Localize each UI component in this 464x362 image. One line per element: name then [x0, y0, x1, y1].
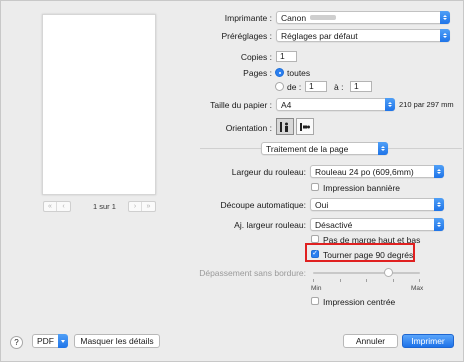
- paper-size-label: Taille du papier :: [210, 100, 272, 110]
- portrait-person-icon: [280, 121, 288, 132]
- borderless-label: Dépassement sans bordure:: [199, 268, 306, 278]
- pages-to-label: à :: [334, 82, 344, 92]
- orientation-label: Orientation :: [225, 123, 272, 133]
- first-page-button[interactable]: «: [44, 202, 57, 211]
- banner-checkbox[interactable]: [311, 183, 319, 191]
- slider-max-label: Max: [411, 285, 424, 292]
- rotate-label: Tourner page 90 degrés: [323, 250, 414, 260]
- paper-size-value: A4: [281, 99, 292, 110]
- fit-roll-select[interactable]: Désactivé: [310, 218, 444, 231]
- centered-checkbox[interactable]: [311, 297, 319, 305]
- printer-popup-arrows-icon: [440, 11, 450, 24]
- paper-dimensions: 210 par 297 mm: [399, 100, 454, 109]
- copies-label: Copies :: [240, 52, 272, 62]
- pages-from-field[interactable]: 1: [305, 81, 327, 92]
- help-button[interactable]: ?: [10, 336, 23, 349]
- roll-width-value: Rouleau 24 po (609,6mm): [315, 166, 414, 177]
- preview-nav-forward: › »: [128, 201, 156, 212]
- borderless-slider-knob[interactable]: [384, 268, 393, 277]
- fit-roll-label: Aj. largeur rouleau:: [234, 220, 306, 230]
- presets-label: Préréglages :: [221, 31, 272, 41]
- roll-width-select[interactable]: Rouleau 24 po (609,6mm): [310, 165, 444, 178]
- auto-cut-select[interactable]: Oui: [310, 198, 444, 211]
- printer-select[interactable]: Canon: [276, 11, 450, 24]
- page-count: 1 sur 1: [93, 202, 116, 211]
- page-preview: [42, 14, 156, 195]
- slider-tick: [366, 279, 367, 282]
- no-margin-checkbox[interactable]: [311, 235, 319, 243]
- paper-size-select[interactable]: A4: [276, 98, 395, 111]
- pages-range-radio[interactable]: [275, 82, 284, 91]
- last-page-button[interactable]: »: [142, 202, 155, 211]
- presets-select[interactable]: Réglages par défaut: [276, 29, 450, 42]
- landscape-person-icon: [300, 122, 310, 131]
- copies-field[interactable]: 1: [276, 51, 297, 62]
- section-select[interactable]: Traitement de la page: [261, 142, 388, 155]
- pages-label: Pages :: [243, 68, 272, 78]
- pages-from-label: de :: [287, 82, 302, 92]
- auto-cut-popup-arrows-icon: [434, 198, 444, 211]
- printer-label: Imprimante :: [224, 13, 272, 23]
- pages-all-radio[interactable]: [275, 68, 284, 77]
- auto-cut-value: Oui: [315, 199, 329, 210]
- roll-width-label: Largeur du rouleau:: [231, 167, 306, 177]
- centered-label: Impression centrée: [323, 297, 396, 307]
- section-popup-arrows-icon: [378, 142, 388, 155]
- slider-tick: [393, 279, 394, 282]
- hide-details-button[interactable]: Masquer les détails: [74, 334, 160, 348]
- banner-label: Impression bannière: [323, 183, 401, 193]
- slider-tick: [340, 279, 341, 282]
- borderless-slider-track[interactable]: [313, 272, 420, 274]
- printer-model-blurred: [310, 15, 337, 20]
- presets-value: Réglages par défaut: [281, 30, 358, 41]
- pdf-menu-arrow-icon[interactable]: [58, 334, 68, 348]
- pages-to-field[interactable]: 1: [350, 81, 372, 92]
- orientation-portrait-button[interactable]: [276, 118, 294, 135]
- fit-roll-popup-arrows-icon: [434, 218, 444, 231]
- paper-size-popup-arrows-icon: [385, 98, 395, 111]
- prev-page-button[interactable]: ‹: [57, 202, 70, 211]
- slider-min-label: Min: [311, 285, 322, 292]
- slider-tick: [419, 279, 420, 282]
- orientation-landscape-button[interactable]: [296, 118, 314, 135]
- roll-width-popup-arrows-icon: [434, 165, 444, 178]
- presets-popup-arrows-icon: [440, 29, 450, 42]
- auto-cut-label: Découpe automatique:: [220, 200, 306, 210]
- preview-nav-back: « ‹: [43, 201, 71, 212]
- print-button[interactable]: Imprimer: [402, 334, 454, 348]
- printer-value: Canon: [281, 12, 307, 23]
- pdf-button[interactable]: PDF: [32, 334, 59, 348]
- pages-all-label: toutes: [287, 68, 311, 78]
- slider-tick: [313, 279, 314, 282]
- cancel-button[interactable]: Annuler: [343, 334, 398, 348]
- next-page-button[interactable]: ›: [129, 202, 142, 211]
- rotate-checkbox[interactable]: ✓: [311, 250, 319, 258]
- section-value: Traitement de la page: [266, 143, 349, 154]
- fit-roll-value: Désactivé: [315, 219, 353, 230]
